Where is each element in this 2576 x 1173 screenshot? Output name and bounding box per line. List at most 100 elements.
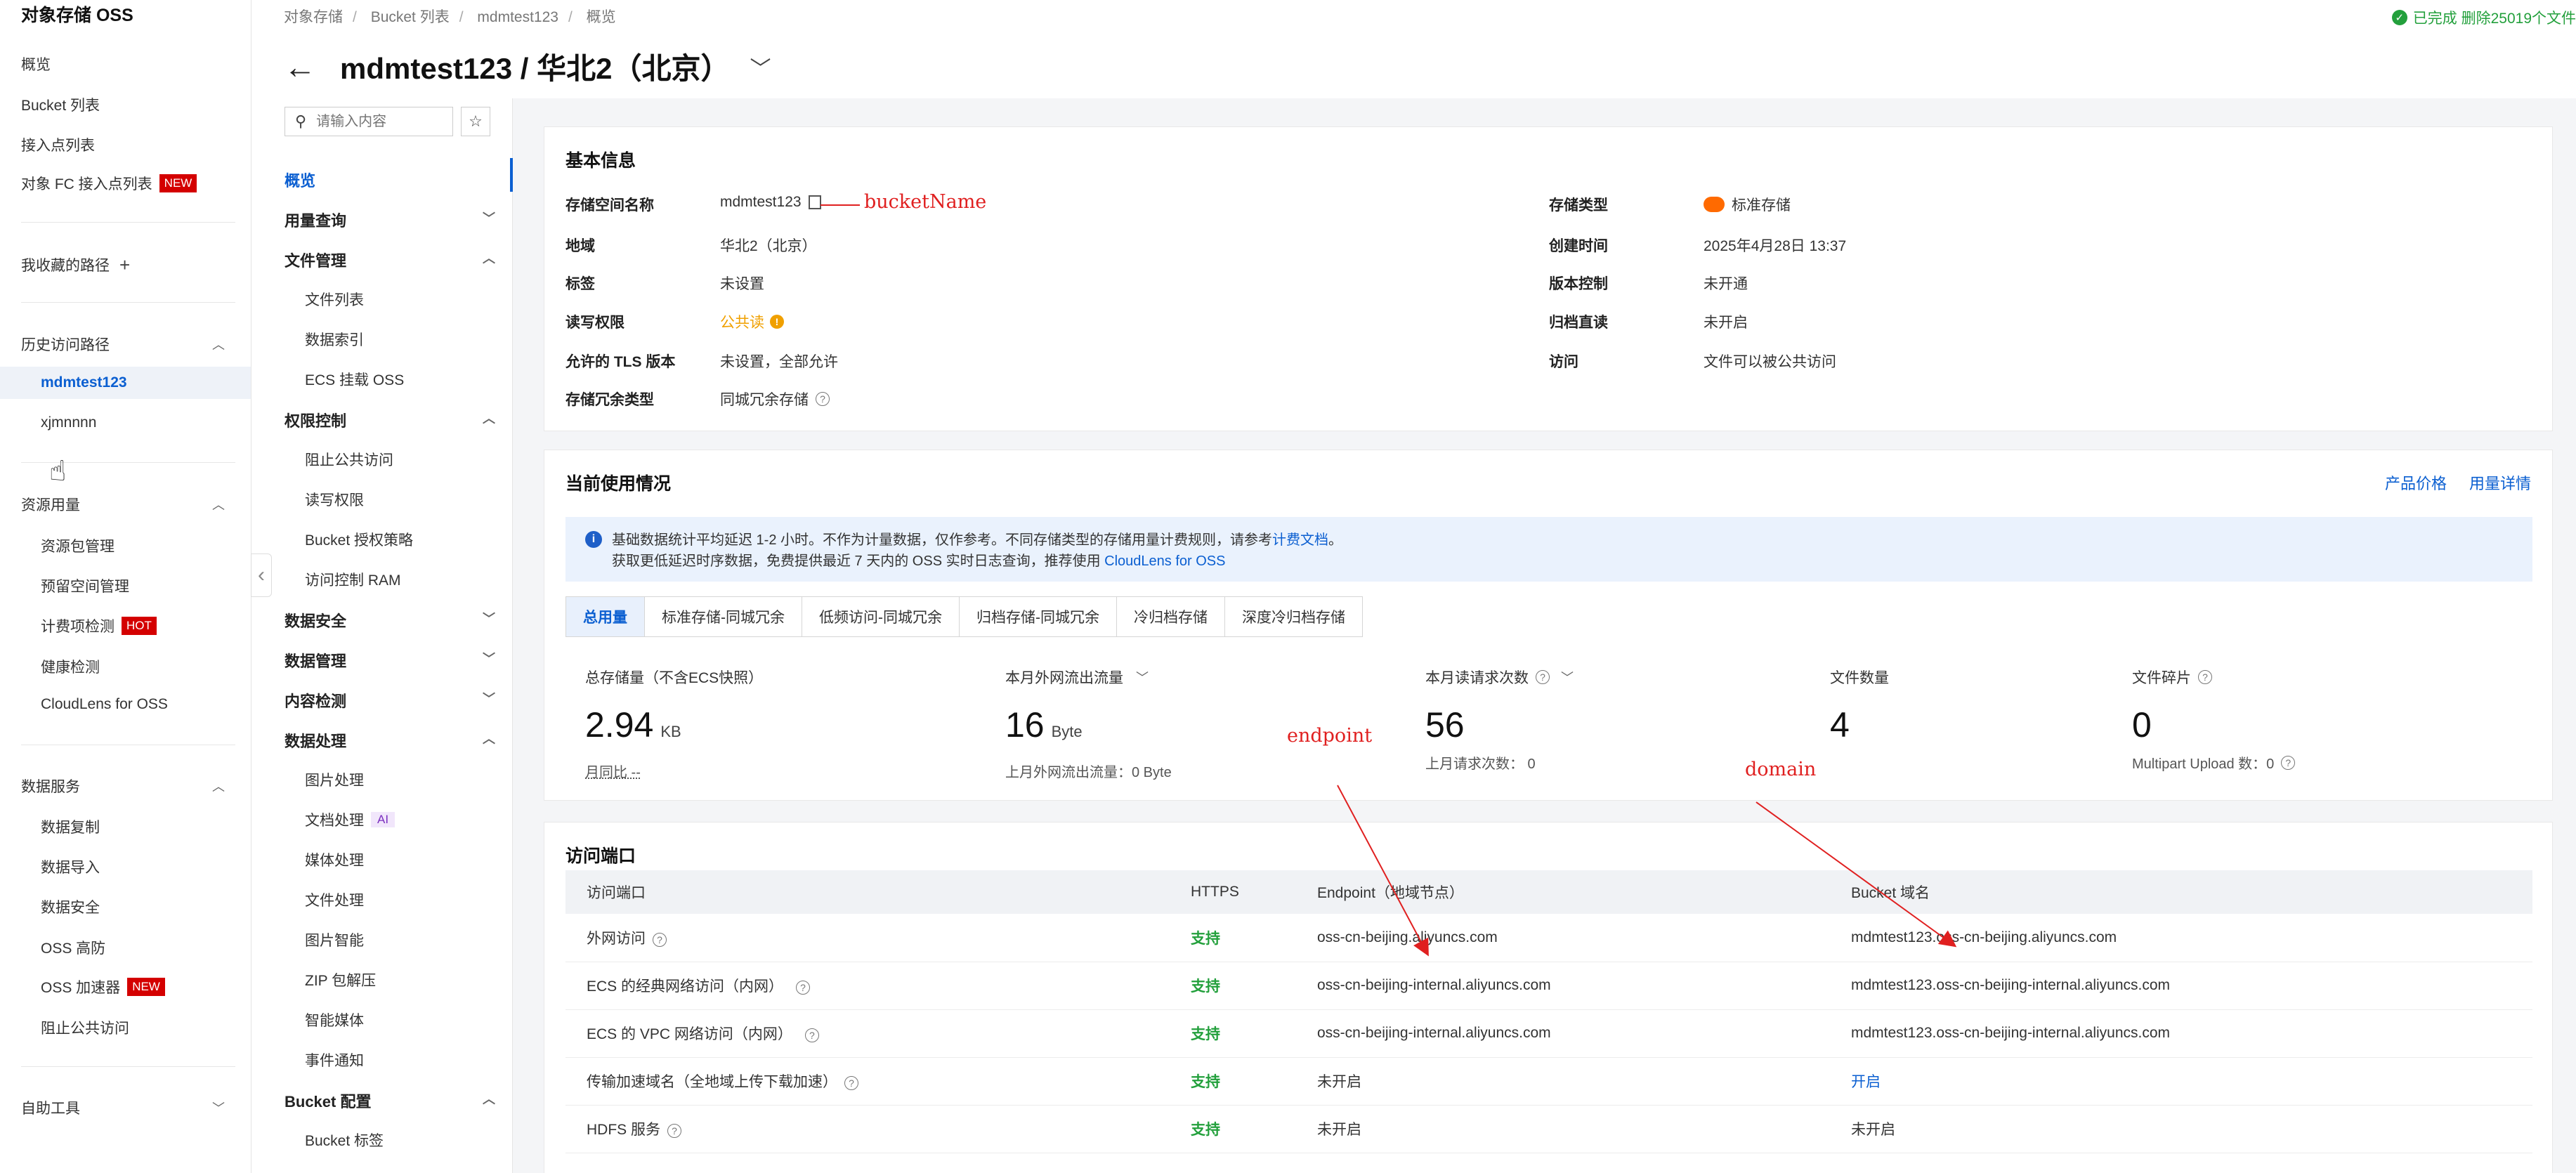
help-icon[interactable]: ? (1536, 670, 1550, 684)
menu-item-usage[interactable]: 用量查询 ﹀ (285, 209, 495, 231)
sidebar-section-resources[interactable]: 资源用量 ︿ (21, 494, 225, 515)
sidebar-item-access-points[interactable]: 接入点列表 (21, 134, 95, 155)
tab-total[interactable]: 总用量 (566, 597, 645, 636)
menu-item-block-public[interactable]: 阻止公共访问 (305, 449, 393, 470)
menu-item-data-index[interactable]: 数据索引 (305, 329, 364, 350)
cloudlens-link[interactable]: CloudLens for OSS (1104, 553, 1225, 569)
sidebar-favorites[interactable]: 我收藏的路径 + (21, 254, 130, 275)
help-icon[interactable]: ? (667, 1124, 681, 1138)
sidebar-item-label: OSS 加速器 (41, 980, 121, 996)
sidebar-item-data-security[interactable]: 数据安全 (41, 896, 100, 917)
sidebar-item-block-public-access[interactable]: 阻止公共访问 (41, 1017, 129, 1038)
menu-item-ram[interactable]: 访问控制 RAM (305, 569, 401, 590)
info-label: 存储冗余类型 (565, 392, 654, 408)
sidebar-section-data-services[interactable]: 数据服务 ︿ (21, 775, 225, 797)
port-name: ECS 的经典网络访问（内网） (587, 978, 784, 995)
menu-item-event-notify[interactable]: 事件通知 (305, 1049, 364, 1070)
sidebar-section-history[interactable]: 历史访问路径 ︿ (21, 334, 225, 355)
menu-item-smart-media[interactable]: 智能媒体 (305, 1009, 364, 1030)
stat-unit: KB (660, 723, 681, 740)
info-notice: i 基础数据统计平均延迟 1-2 小时。不作为计量数据，仅作参考。不同存储类型的… (565, 517, 2532, 582)
new-badge: NEW (127, 978, 165, 996)
menu-item-zip[interactable]: ZIP 包解压 (305, 969, 376, 990)
menu-item-label: 数据索引 (305, 332, 364, 348)
tab-ia[interactable]: 低频访问-同城冗余 (802, 597, 960, 636)
tab-deep-cold-archive[interactable]: 深度冷归档存储 (1225, 597, 1362, 636)
sidebar-item-oss-ddos[interactable]: OSS 高防 (41, 937, 105, 958)
sidebar-item-overview[interactable]: 概览 (21, 53, 51, 74)
sidebar-item-history-mdmtest123[interactable]: mdmtest123 (0, 367, 251, 399)
menu-item-label: Bucket 授权策略 (305, 532, 414, 549)
tab-standard[interactable]: 标准存储-同城冗余 (645, 597, 802, 636)
help-icon[interactable]: ? (653, 932, 667, 947)
menu-item-doc-proc[interactable]: 文档处理 AI (305, 809, 395, 830)
menu-item-content-detect[interactable]: 内容检测 ﹀ (285, 689, 495, 712)
sidebar-item-data-replication[interactable]: 数据复制 (41, 816, 100, 837)
sidebar-item-fc-access-points[interactable]: 对象 FC 接入点列表 NEW (21, 173, 197, 194)
sidebar-collapse-button[interactable]: ‹ (251, 553, 272, 597)
sidebar-item-oss-accelerator[interactable]: OSS 加速器 NEW (41, 976, 165, 997)
cell-endpoint: oss-cn-beijing-internal.aliyuncs.com (1296, 1009, 1830, 1058)
sidebar-item-health-check[interactable]: 健康检测 (41, 656, 100, 677)
menu-item-data-security[interactable]: 数据安全 ﹀ (285, 609, 495, 631)
menu-search-input[interactable] (316, 113, 436, 130)
tab-cold-archive[interactable]: 冷归档存储 (1117, 597, 1225, 636)
product-price-link[interactable]: 产品价格 (2385, 471, 2447, 494)
cell-domain: 开启 (1830, 1057, 2532, 1106)
menu-item-data-proc[interactable]: 数据处理 ︿ (285, 729, 495, 752)
stat-sub: 上月外网流出流量：0 Byte (1005, 765, 1172, 780)
menu-item-rw-perm[interactable]: 读写权限 (305, 489, 364, 510)
breadcrumb-item[interactable]: 对象存储 (284, 9, 343, 25)
breadcrumb-item[interactable]: mdmtest123 (477, 9, 558, 25)
help-icon[interactable]: ? (796, 981, 811, 995)
plus-icon[interactable]: + (119, 256, 130, 274)
sidebar-item-label: 资源包管理 (41, 539, 115, 555)
cell-port: ECS 的经典网络访问（内网）? (565, 962, 1170, 1010)
billing-doc-link[interactable]: 计费文档 (1272, 532, 1328, 548)
info-value: 未设置，全部允许 (720, 354, 838, 370)
help-icon[interactable]: ? (844, 1076, 858, 1090)
stat-label[interactable]: 本月读请求次数? ﹀ (1425, 667, 1574, 688)
menu-item-bucket-config[interactable]: Bucket 配置 ︿ (285, 1089, 495, 1112)
menu-item-bucket-policy[interactable]: Bucket 授权策略 (305, 529, 413, 550)
sidebar-item-cloudlens[interactable]: CloudLens for OSS (41, 696, 168, 713)
menu-search-box[interactable]: ⚲ (285, 107, 453, 136)
sidebar-item-billing-detect[interactable]: 计费项检测 HOT (41, 615, 157, 636)
menu-item-data-mgmt[interactable]: 数据管理 ﹀ (285, 649, 495, 671)
menu-item-image-proc[interactable]: 图片处理 (305, 769, 364, 790)
sidebar-item-resource-pack[interactable]: 资源包管理 (41, 535, 115, 556)
help-icon[interactable]: ? (2198, 670, 2212, 684)
chevron-down-icon[interactable]: ﹀ (750, 51, 771, 82)
cell-port: 外网访问? (565, 914, 1170, 962)
stat-label[interactable]: 本月外网流出流量 ﹀ (1005, 667, 1149, 688)
menu-item-image-ai[interactable]: 图片智能 (305, 929, 364, 950)
help-icon[interactable]: ? (816, 392, 830, 406)
menu-item-ecs-mount[interactable]: ECS 挂载 OSS (305, 369, 404, 390)
breadcrumb-item[interactable]: Bucket 列表 (371, 9, 450, 25)
sidebar-brand: 对象存储 OSS (21, 6, 133, 25)
sidebar-item-bucket-list[interactable]: Bucket 列表 (21, 94, 100, 115)
help-icon[interactable]: ? (2281, 755, 2296, 770)
usage-detail-link[interactable]: 用量详情 (2469, 471, 2531, 494)
sidebar-item-reserved-space[interactable]: 预留空间管理 (41, 575, 129, 596)
back-arrow-icon[interactable]: ← (284, 49, 316, 84)
copy-icon[interactable] (808, 195, 821, 209)
table-row: ECS 的经典网络访问（内网）? 支持 oss-cn-beijing-inter… (565, 962, 2532, 1010)
chevron-down-icon: ﹀ (483, 612, 495, 626)
menu-item-media-proc[interactable]: 媒体处理 (305, 849, 364, 870)
menu-item-file-list[interactable]: 文件列表 (305, 289, 364, 310)
menu-item-perm[interactable]: 权限控制 ︿ (285, 409, 495, 431)
sidebar-item-label: 我收藏的路径 (21, 258, 110, 274)
sidebar-section-self-tools[interactable]: 自助工具 ﹀ (21, 1097, 225, 1118)
menu-item-file-proc[interactable]: 文件处理 (305, 889, 364, 910)
tab-archive[interactable]: 归档存储-同城冗余 (960, 597, 1117, 636)
table-row: ECS 的 VPC 网络访问（内网）? 支持 oss-cn-beijing-in… (565, 1009, 2532, 1058)
help-icon[interactable]: ? (804, 1028, 819, 1042)
menu-item-bucket-tags[interactable]: Bucket 标签 (305, 1129, 384, 1151)
sidebar-item-history-xjmnnnn[interactable]: xjmnnnn (41, 414, 96, 431)
menu-item-file-mgmt[interactable]: 文件管理 ︿ (285, 249, 495, 271)
star-icon[interactable]: ☆ (461, 107, 490, 136)
menu-item-overview[interactable]: 概览 (285, 169, 495, 191)
enable-acceleration-link[interactable]: 开启 (1851, 1074, 1881, 1090)
sidebar-item-data-import[interactable]: 数据导入 (41, 856, 100, 877)
